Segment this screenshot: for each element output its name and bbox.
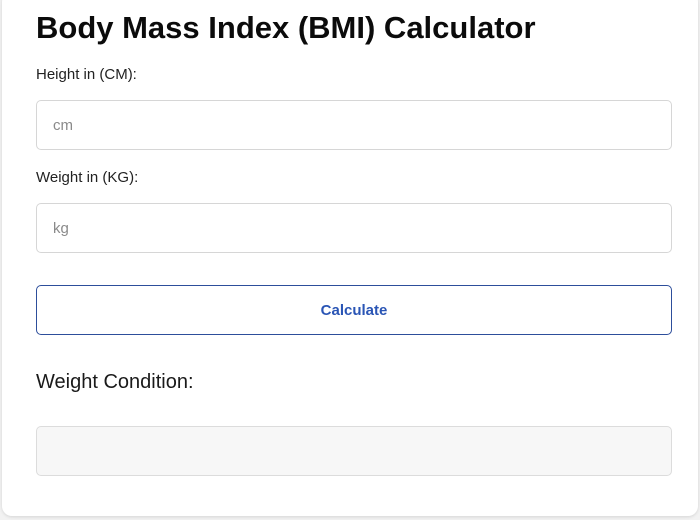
weight-condition-label: Weight Condition: <box>36 371 194 393</box>
bmi-calculator-card: Body Mass Index (BMI) Calculator Height … <box>2 0 698 516</box>
height-label: Height in (CM): <box>36 66 137 83</box>
weight-condition-result <box>36 426 672 476</box>
calculate-button[interactable]: Calculate <box>36 285 672 335</box>
height-input[interactable] <box>36 100 672 150</box>
weight-input[interactable] <box>36 203 672 253</box>
weight-label: Weight in (KG): <box>36 169 139 186</box>
page-title: Body Mass Index (BMI) Calculator <box>36 10 536 45</box>
